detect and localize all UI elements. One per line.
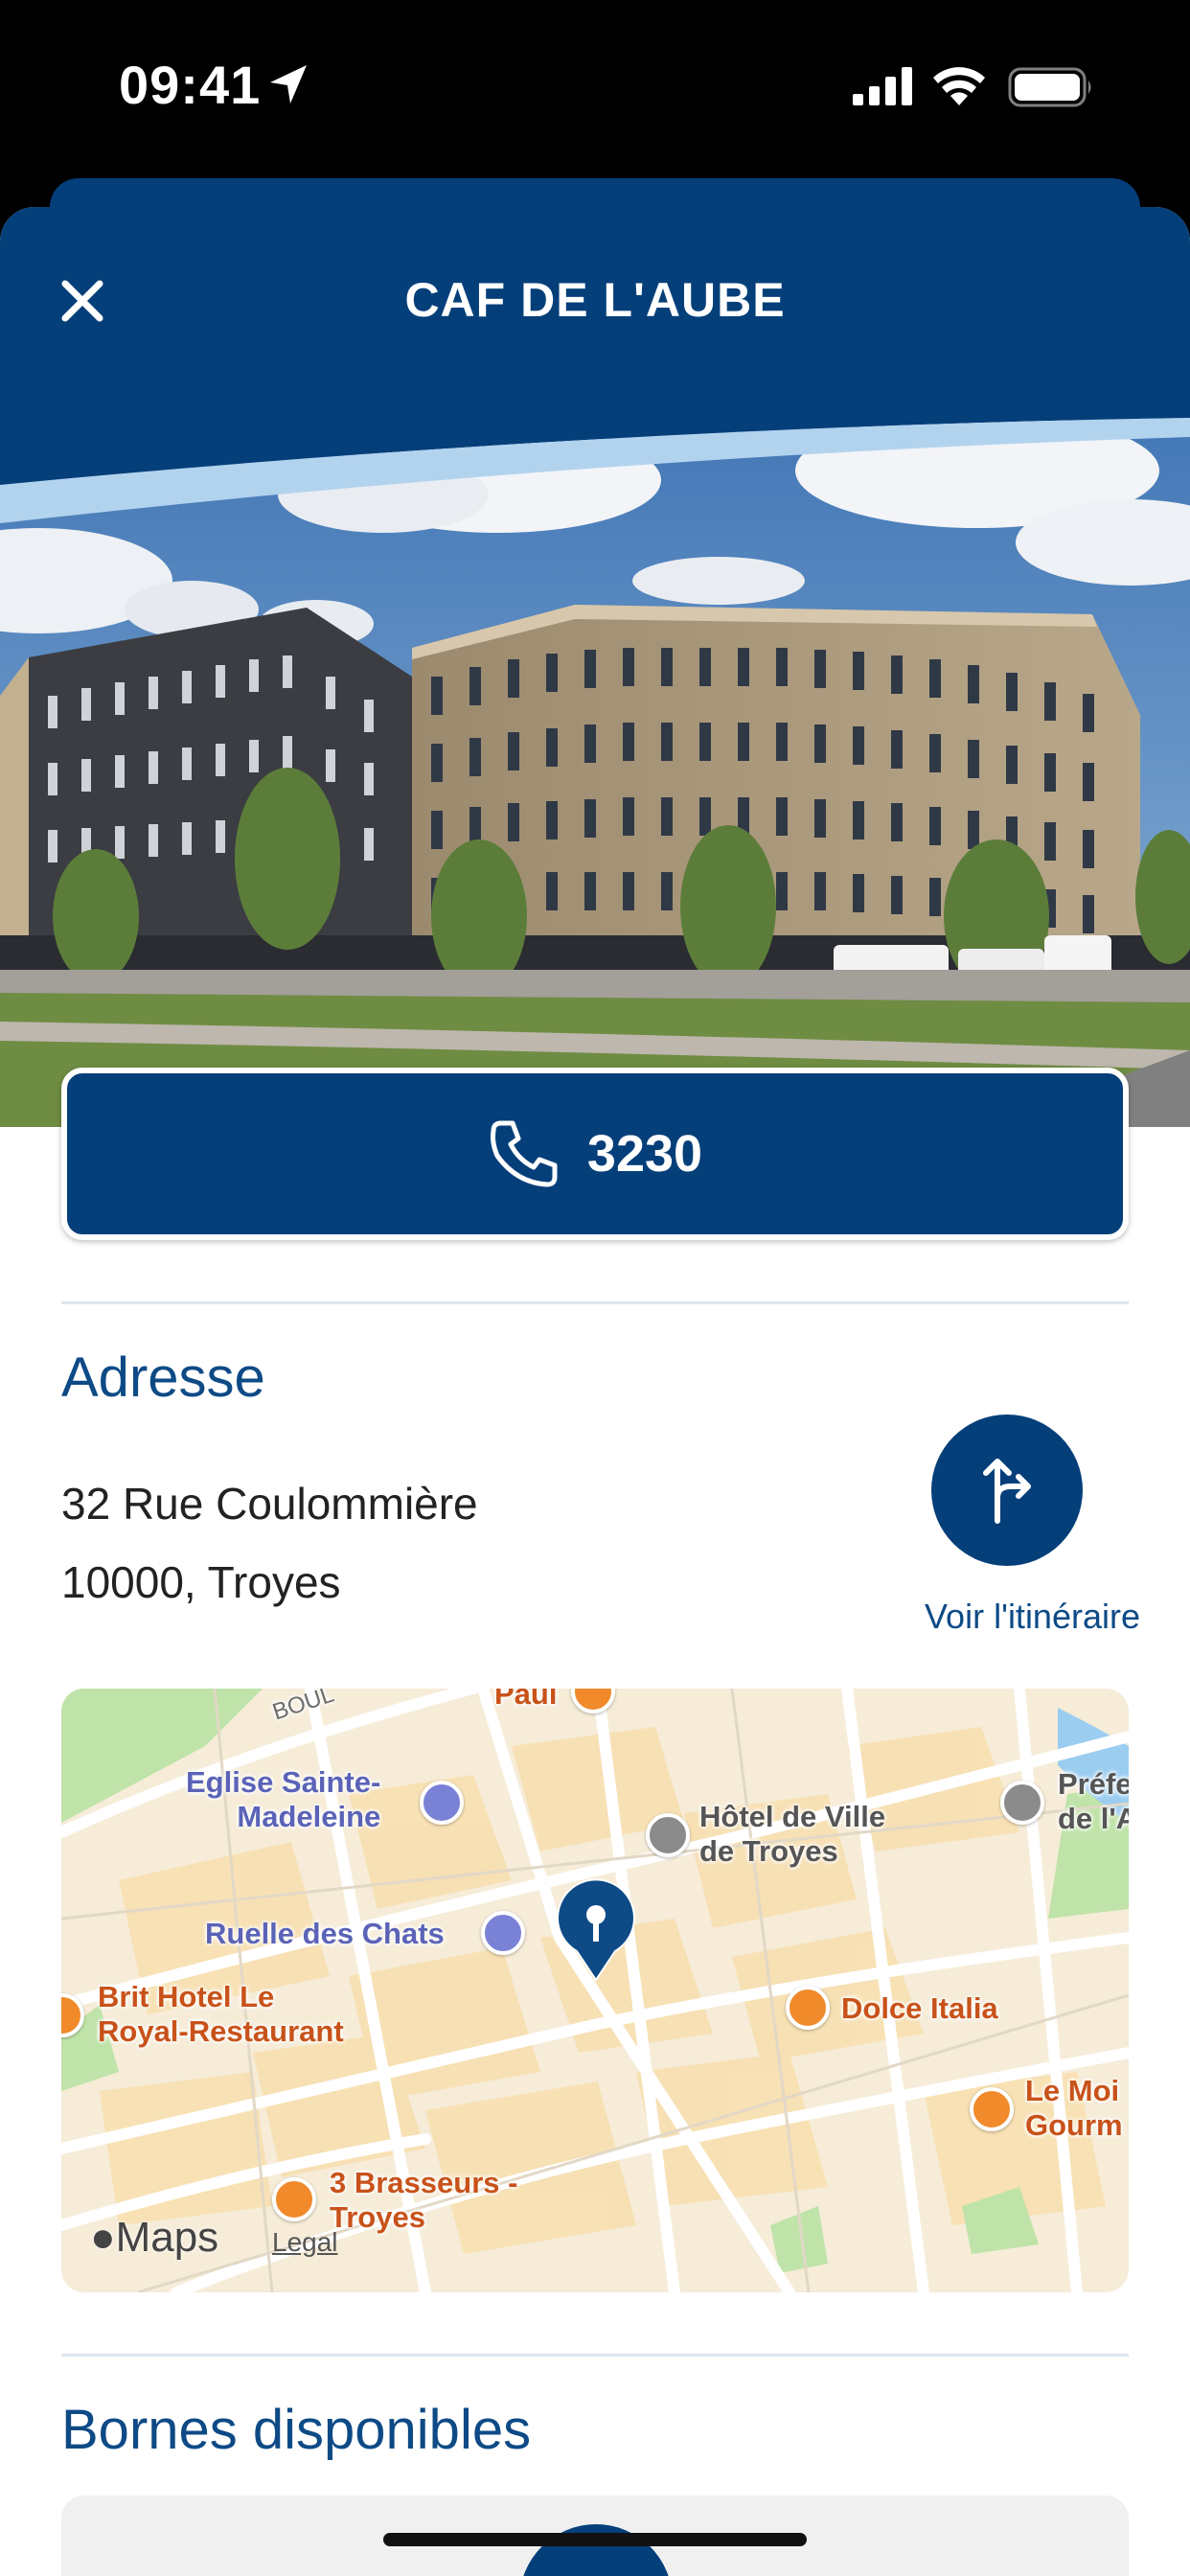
- map-label-brit-hotel: Brit Hotel Le Royal-Restaurant: [98, 1980, 344, 2048]
- map-label-eglise: Eglise Sainte- Madeleine: [186, 1765, 381, 1833]
- map-label-prefecture: Préfe de l'A: [1058, 1767, 1129, 1835]
- directions-button[interactable]: [931, 1414, 1083, 1566]
- map-label-le-moi: Le Moi Gourm: [1025, 2074, 1123, 2142]
- map-label-hotel-de-ville: Hôtel de Ville de Troyes: [699, 1800, 886, 1868]
- address-line-1: 32 Rue Coulommière: [61, 1479, 478, 1529]
- map-label-dolce: Dolce Italia: [841, 1991, 998, 2025]
- page-title: CAF DE L'AUBE: [404, 273, 786, 327]
- address-line-2: 10000, Troyes: [61, 1557, 341, 1607]
- building-photo: [0, 380, 1190, 1127]
- restaurant-pin-icon-brasseurs: [272, 2177, 316, 2221]
- location-pin-icon: [557, 1878, 635, 1982]
- address-heading: Adresse: [61, 1346, 265, 1409]
- status-bar: 09:41: [0, 0, 1190, 172]
- phone-number: 3230: [586, 1125, 703, 1183]
- phone-icon: [490, 1120, 558, 1187]
- cellular-signal-icon: [853, 67, 912, 105]
- landmark-pin-icon: [420, 1781, 464, 1825]
- divider: [61, 2354, 1129, 2357]
- prefecture-pin-icon: [1000, 1781, 1044, 1825]
- wifi-icon: [933, 67, 985, 105]
- restaurant-pin-icon-dolce: [786, 1986, 830, 2030]
- restaurant-pin-icon-le-moi: [970, 2087, 1014, 2131]
- directions-label[interactable]: Voir l'itinéraire: [862, 1597, 1140, 1637]
- map-label-brasseurs: 3 Brasseurs - Troyes: [330, 2166, 518, 2234]
- apple-maps-logo: ●Maps: [90, 2214, 218, 2262]
- divider: [61, 1301, 1129, 1304]
- star-pin-icon: [481, 1911, 525, 1955]
- location-map[interactable]: BOUL Paul Eglise Sainte- Madeleine Hôtel…: [61, 1689, 1129, 2292]
- map-label-ruelle: Ruelle des Chats: [205, 1917, 445, 1950]
- city-hall-pin-icon: [646, 1813, 690, 1857]
- status-time: 09:41: [119, 55, 262, 115]
- directions-arrow-icon: [983, 1459, 1031, 1524]
- detail-sheet: CAF DE L'AUBE 3230 Adresse 32 Rue Coulom…: [0, 207, 1190, 2576]
- bornes-heading: Bornes disponibles: [61, 2399, 532, 2461]
- call-button[interactable]: 3230: [61, 1068, 1129, 1240]
- battery-icon: [1008, 67, 1091, 107]
- map-legal-link[interactable]: Legal: [272, 2227, 338, 2258]
- home-indicator[interactable]: [383, 2533, 807, 2546]
- maps-logo-text: Maps: [115, 2214, 219, 2261]
- map-label-paul: Paul: [494, 1689, 558, 1711]
- location-arrow-icon: [270, 65, 307, 104]
- apple-logo-icon: ●: [90, 2214, 116, 2261]
